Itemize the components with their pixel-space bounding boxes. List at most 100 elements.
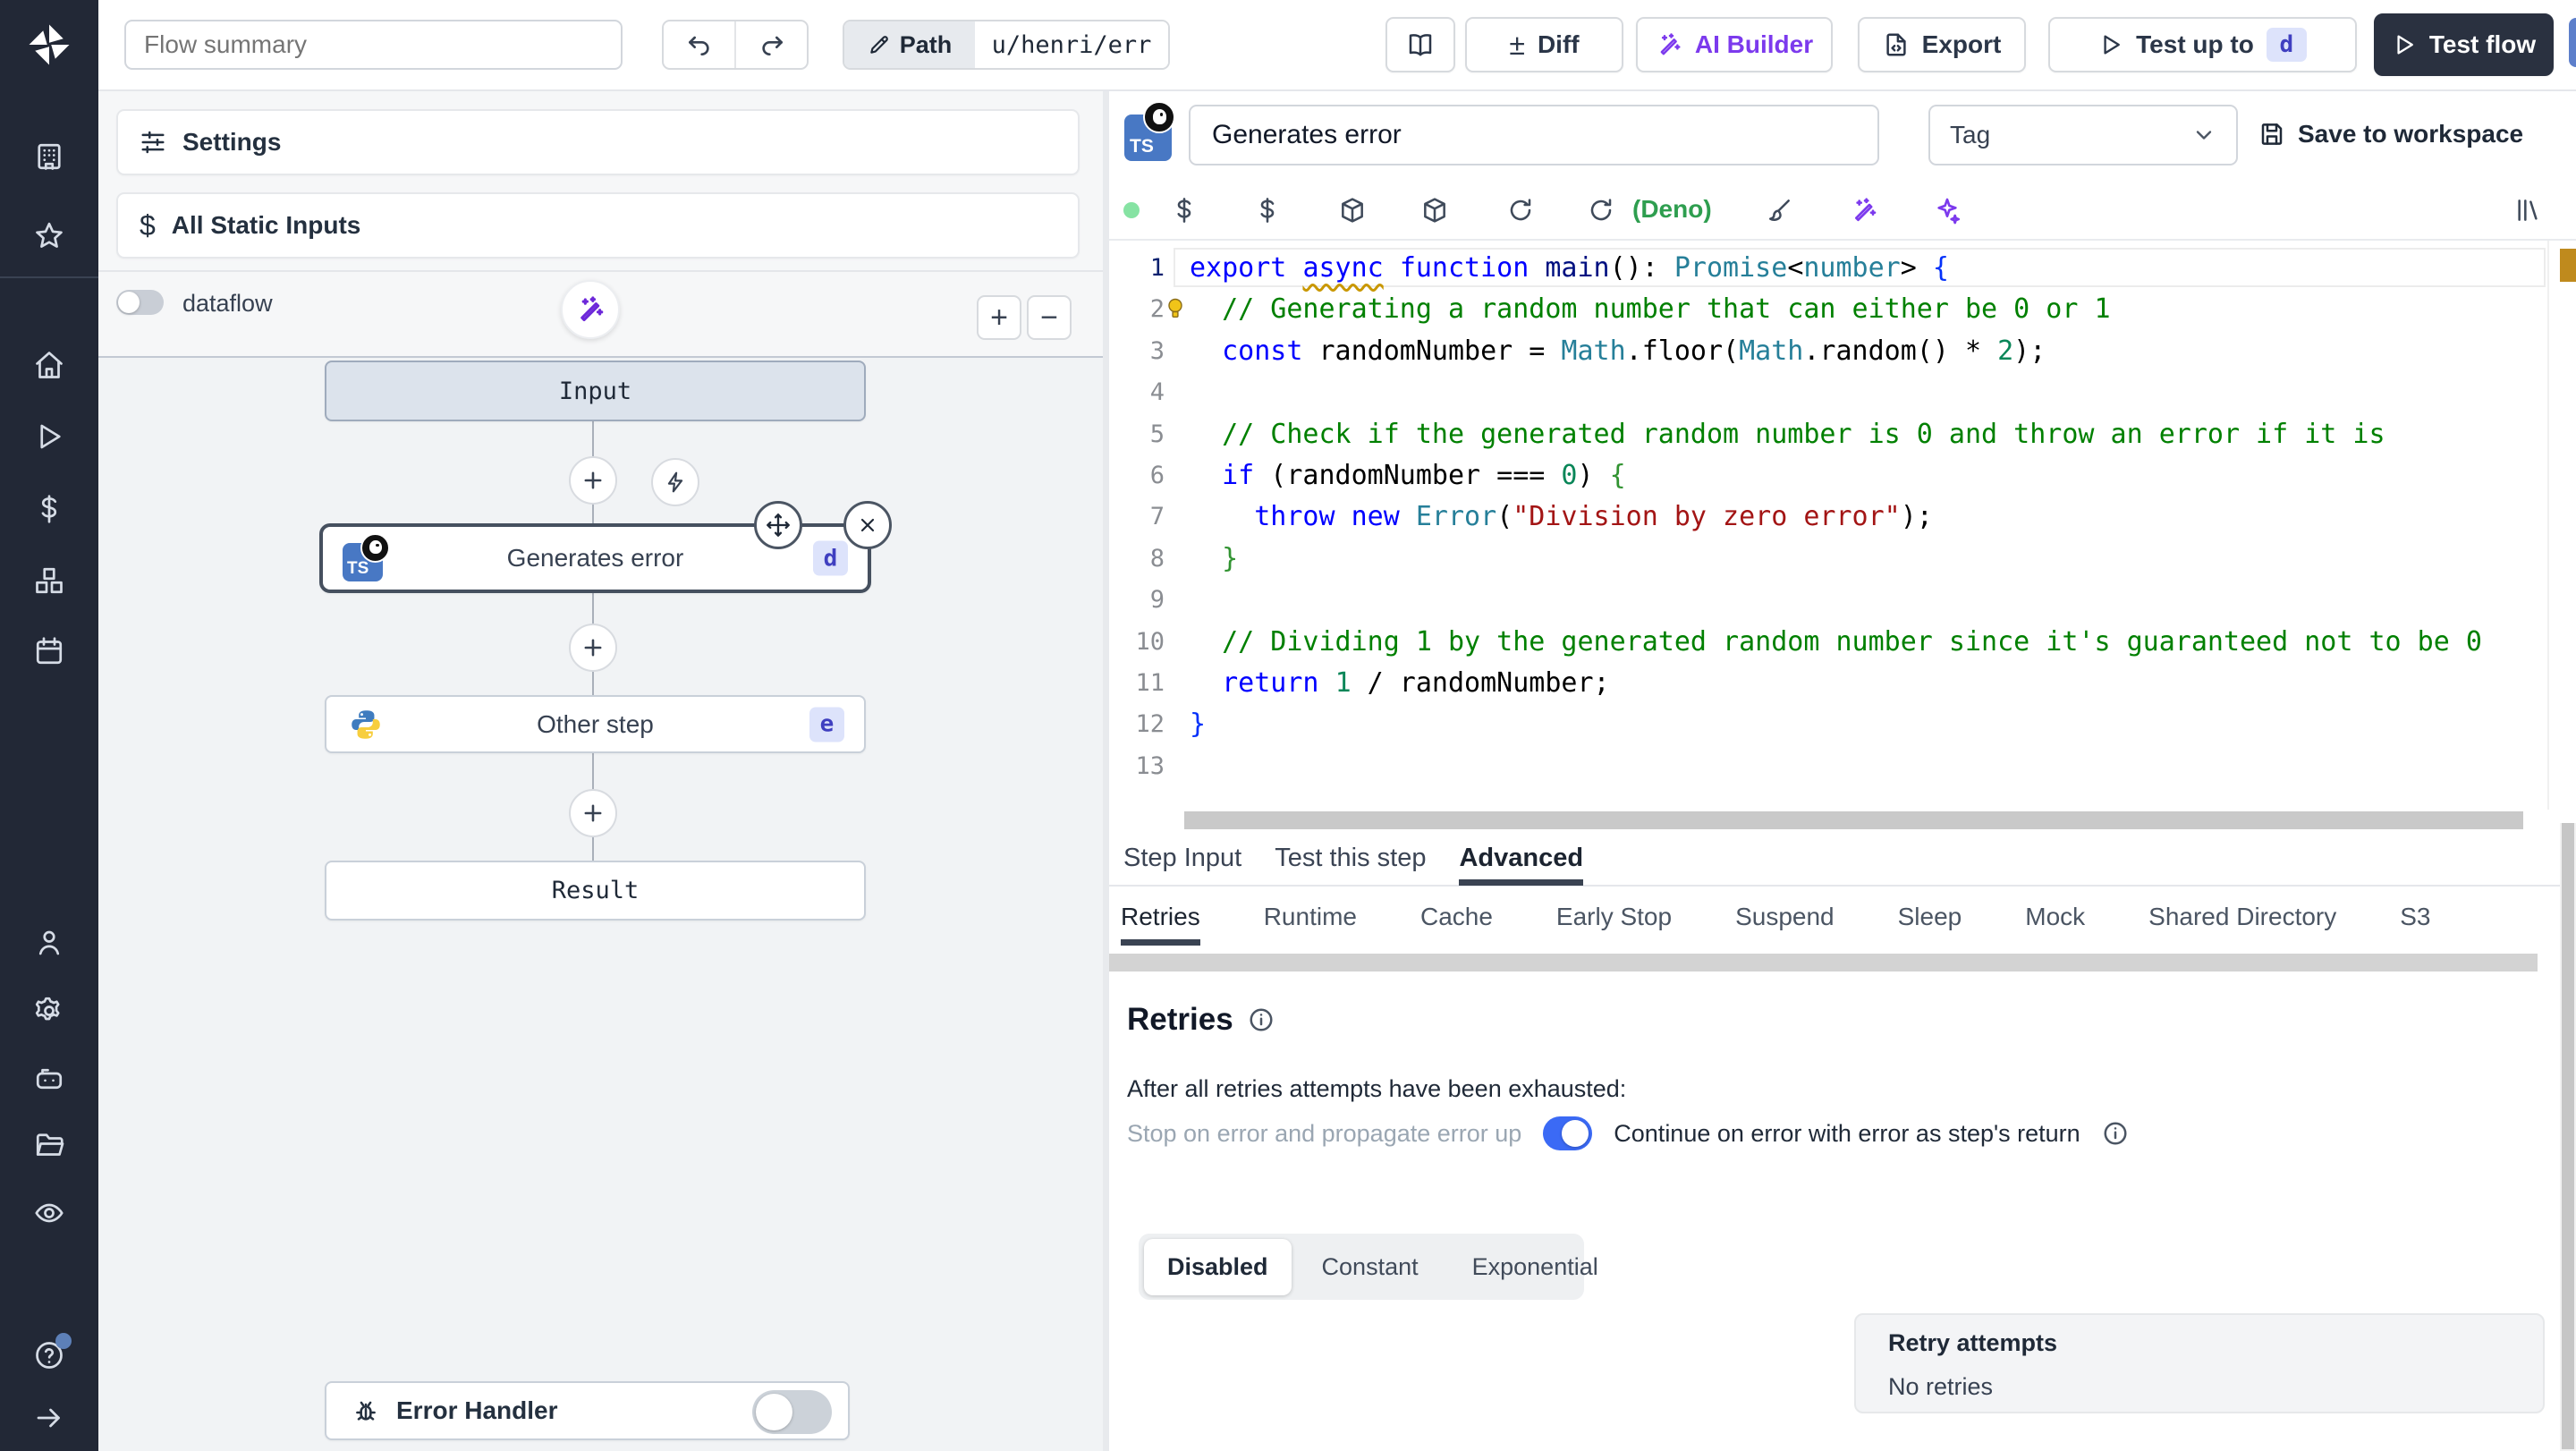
magic-wand-icon [580,296,604,322]
tab-step-input[interactable]: Step Input [1123,830,1241,886]
flow-settings-button[interactable]: Settings [116,109,1080,175]
resources-cubes-icon[interactable] [33,564,65,597]
test-up-to-step-badge: d [2266,28,2307,62]
workspace-icon[interactable] [33,140,65,173]
subtabs-scrollbar[interactable] [1109,954,2538,972]
ai-builder-button[interactable]: AI Builder [1636,17,1833,72]
python-icon [352,710,380,739]
retry-mode-constant[interactable]: Constant [1299,1239,1442,1295]
settings-gear-icon[interactable] [33,995,65,1027]
reload-runtime-icon[interactable] [1587,196,1615,225]
tab-test-this-step[interactable]: Test this step [1275,830,1426,886]
tab-advanced[interactable]: Advanced [1459,830,1583,886]
add-step-button[interactable] [569,456,617,505]
audit-eye-icon[interactable] [33,1197,65,1229]
home-icon[interactable] [33,349,65,381]
dataflow-toggle[interactable] [116,290,164,315]
workers-robot-icon[interactable] [33,1063,65,1095]
export-label: Export [1921,30,2002,58]
step-tabs: Step Input Test this step Advanced [1109,831,2576,887]
schedules-calendar-icon[interactable] [33,635,65,667]
reload-icon[interactable] [1506,196,1535,225]
redo-button[interactable] [736,21,807,68]
ai-wand-icon[interactable] [1850,196,1878,225]
retry-mode-exponential[interactable]: Exponential [1449,1239,1622,1295]
info-icon[interactable] [2102,1120,2129,1147]
tag-select[interactable]: Tag [1928,105,2238,165]
flow-node-input[interactable]: Input [325,361,866,421]
test-up-to-button[interactable]: Test up to d [2048,17,2357,72]
subtab-s3[interactable]: S3 [2400,888,2430,946]
step-name-input[interactable] [1189,105,1879,165]
package-icon[interactable] [1420,196,1449,225]
runs-play-icon[interactable] [33,420,65,453]
code-editor[interactable]: 1 2 3 4 5 6 7 8 9 10 11 12 13 export async function … [1109,241,2576,810]
plus-icon [584,804,602,822]
add-step-button[interactable] [569,624,617,672]
info-icon[interactable] [1248,1006,1275,1033]
stop-on-error-label[interactable]: Stop on error and propagate error up [1127,1120,1521,1148]
folders-icon[interactable] [33,1129,65,1161]
docs-button[interactable] [1385,17,1455,72]
path-label-segment: Path [844,21,975,68]
sliders-icon [141,131,165,154]
all-static-inputs-button[interactable]: $ All Static Inputs [116,192,1080,259]
subtab-sleep[interactable]: Sleep [1898,888,1962,946]
format-brush-icon[interactable] [1765,196,1793,225]
generates-error-node-label: Generates error [506,544,684,572]
package-icon[interactable] [1338,196,1367,225]
dataflow-label: dataflow [182,290,273,317]
all-static-inputs-label: All Static Inputs [171,211,361,239]
trigger-button[interactable] [651,458,699,506]
test-flow-label: Test flow [2428,30,2537,58]
favorites-star-icon[interactable] [33,220,65,252]
move-step-handle[interactable] [754,501,802,549]
subtab-shared-directory[interactable]: Shared Directory [2148,888,2336,946]
undo-button[interactable] [664,21,736,68]
subtab-mock[interactable]: Mock [2025,888,2085,946]
flow-node-other-step[interactable]: Other step e [325,695,866,753]
error-handler-card[interactable]: Error Handler [325,1381,850,1440]
resource-picker-icon[interactable] [1253,196,1282,225]
path-button[interactable]: Path u/henri/err [843,20,1170,70]
zoom-out-button[interactable]: − [1027,295,1072,340]
diff-label: Diff [1537,30,1580,58]
code-horizontal-scrollbar[interactable] [1109,810,2576,831]
add-step-button[interactable] [569,789,617,837]
subtab-runtime[interactable]: Runtime [1264,888,1357,946]
continue-on-error-toggle[interactable] [1543,1116,1593,1150]
export-button[interactable]: Export [1858,17,2026,72]
pencil-icon [869,36,888,54]
retries-description: After all retries attempts have been exh… [1127,1075,1627,1102]
runtime-label[interactable]: (Deno) [1632,195,1712,224]
user-icon[interactable] [33,927,65,959]
variable-picker-icon[interactable] [1170,196,1199,225]
ai-flow-wand-button[interactable] [561,280,620,339]
expand-sidebar-arrow-icon[interactable] [33,1402,65,1434]
sidebar [0,0,98,1451]
sparkles-icon[interactable] [1933,196,1962,225]
test-flow-button[interactable]: Test flow [2374,13,2554,76]
delete-step-button[interactable] [843,501,892,549]
save-to-workspace-button[interactable]: Save to workspace [2258,109,2523,159]
subtab-cache[interactable]: Cache [1420,888,1493,946]
subtab-early-stop[interactable]: Early Stop [1556,888,1672,946]
variables-dollar-icon[interactable] [33,493,65,525]
flow-summary-input[interactable] [124,20,623,70]
windmill-logo-icon[interactable] [25,21,73,69]
error-handler-toggle[interactable] [752,1390,832,1434]
subtab-suspend[interactable]: Suspend [1735,888,1835,946]
flow-node-result[interactable]: Result [325,861,866,921]
continue-on-error-label[interactable]: Continue on error with error as step's r… [1614,1120,2080,1148]
subtab-retries[interactable]: Retries [1121,888,1200,946]
panel-splitter[interactable] [1103,89,1109,1451]
library-icon[interactable] [2513,196,2542,225]
diff-button[interactable]: ± Diff [1465,17,1623,72]
lightbulb-icon[interactable] [1163,296,1188,325]
zoom-in-button[interactable]: + [977,295,1021,340]
panel-vertical-scrollbar[interactable] [2560,823,2576,1451]
retry-mode-disabled[interactable]: Disabled [1144,1238,1292,1295]
play-icon [2104,35,2121,55]
clipped-button-edge[interactable] [2569,18,2576,67]
plus-icon [584,639,602,657]
